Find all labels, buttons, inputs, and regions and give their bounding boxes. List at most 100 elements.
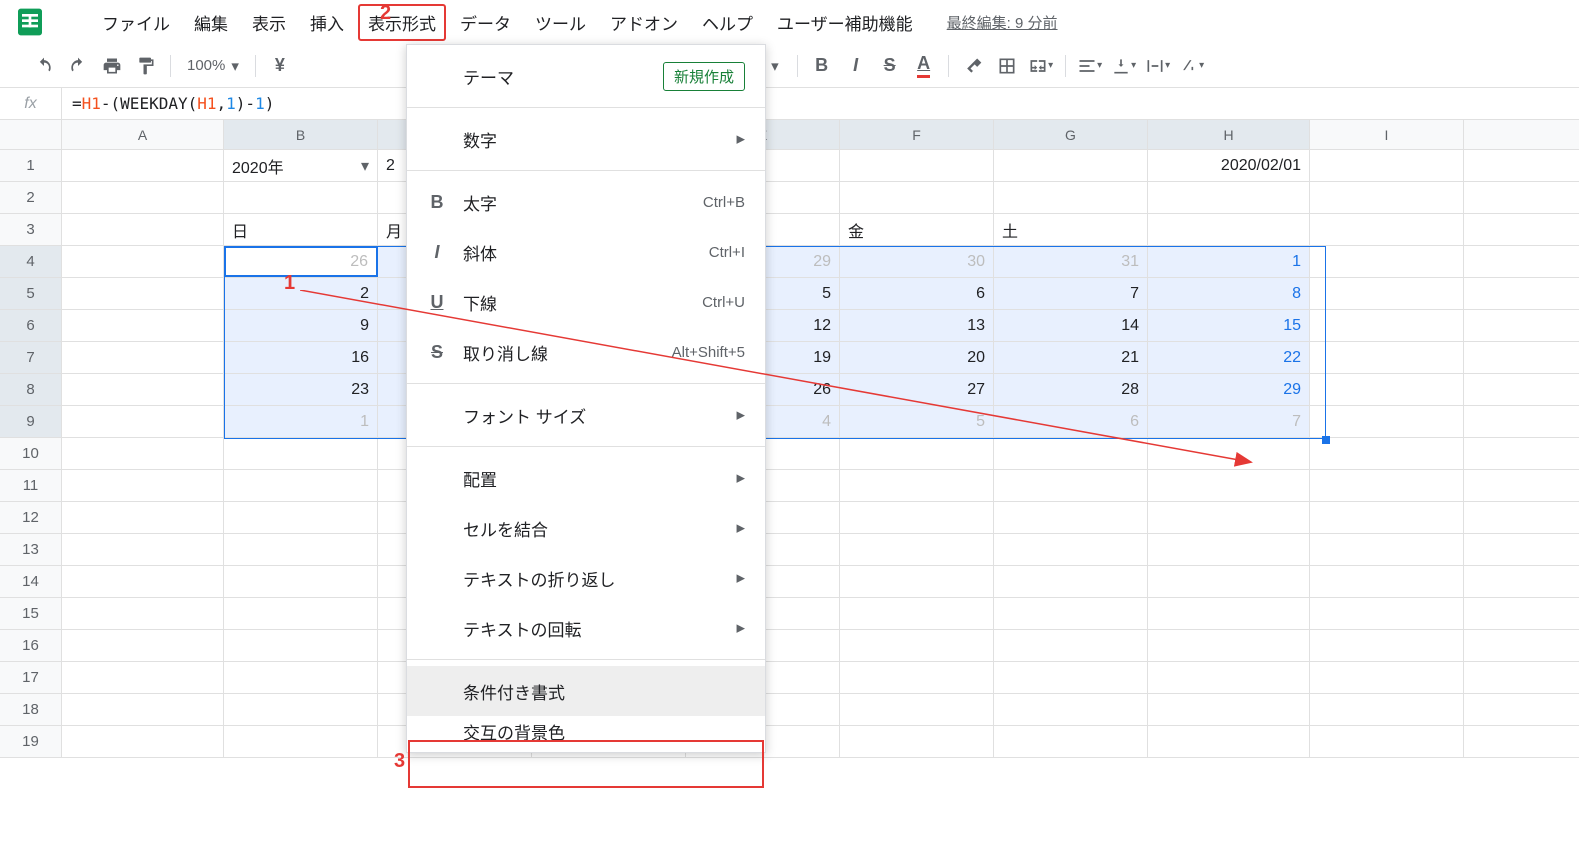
dd-italic[interactable]: I 斜体 Ctrl+I [407,227,765,277]
fill-color-button[interactable] [957,50,989,82]
cell[interactable] [994,566,1148,597]
cell[interactable] [62,630,224,661]
col-header-B[interactable]: B [224,120,378,149]
cell[interactable] [994,630,1148,661]
cell[interactable] [62,470,224,501]
cell[interactable] [224,566,378,597]
cell[interactable] [1310,502,1464,533]
cell[interactable] [840,598,994,629]
row-header-6[interactable]: 6 [0,310,62,341]
dd-align[interactable]: 配置 ▸ [407,453,765,503]
cell-G1[interactable] [994,150,1148,181]
italic-button[interactable]: I [840,50,872,82]
cell[interactable] [62,182,224,213]
cell-F7[interactable]: 20 [840,342,994,373]
cell[interactable] [224,182,378,213]
cell-G6[interactable]: 14 [994,310,1148,341]
menu-addons[interactable]: アドオン [600,4,688,41]
dd-conditional-format[interactable]: 条件付き書式 [407,666,765,716]
cell-G3[interactable]: 土 [994,214,1148,245]
row-header[interactable]: 18 [0,694,62,725]
cell[interactable] [1310,214,1464,245]
cell[interactable] [840,566,994,597]
cell[interactable] [62,438,224,469]
cell[interactable] [994,438,1148,469]
row-header-7[interactable]: 7 [0,342,62,373]
row-header[interactable]: 10 [0,438,62,469]
cell-B8[interactable]: 23 [224,374,378,405]
row-header[interactable]: 15 [0,598,62,629]
menu-tools[interactable]: ツール [525,4,596,41]
col-header-H[interactable]: H [1148,120,1310,149]
cell[interactable] [224,502,378,533]
menu-insert[interactable]: 挿入 [300,4,354,41]
sheets-logo[interactable] [12,4,48,40]
cell-G4[interactable]: 31 [994,246,1148,277]
cell-H6[interactable]: 15 [1148,310,1310,341]
cell[interactable] [1310,694,1464,725]
cell[interactable] [994,470,1148,501]
row-header[interactable]: 12 [0,502,62,533]
bold-button[interactable]: B [806,50,838,82]
dd-number[interactable]: 数字 ▸ [407,114,765,164]
cell[interactable] [1148,694,1310,725]
row-header[interactable]: 19 [0,726,62,757]
menu-help[interactable]: ヘルプ [692,4,763,41]
cell[interactable] [1148,534,1310,565]
cell[interactable] [840,534,994,565]
menu-accessibility[interactable]: ユーザー補助機能 [767,4,923,41]
cell[interactable] [1310,566,1464,597]
cell[interactable] [224,630,378,661]
menu-format[interactable]: 表示形式 [358,4,446,41]
cell[interactable] [1310,310,1464,341]
menu-edit[interactable]: 編集 [184,4,238,41]
paint-format-button[interactable] [130,50,162,82]
cell[interactable] [1310,278,1464,309]
cell-H9[interactable]: 7 [1148,406,1310,437]
dd-fontsize[interactable]: フォント サイズ ▸ [407,390,765,440]
cell[interactable] [62,598,224,629]
cell[interactable] [1310,182,1464,213]
row-header[interactable]: 14 [0,566,62,597]
cell[interactable] [1310,598,1464,629]
row-header-4[interactable]: 4 [0,246,62,277]
cell[interactable] [840,438,994,469]
cell-F4[interactable]: 30 [840,246,994,277]
wrap-button[interactable]: ▾ [1142,50,1174,82]
row-header-2[interactable]: 2 [0,182,62,213]
cell[interactable] [1148,662,1310,693]
cell-G8[interactable]: 28 [994,374,1148,405]
cell[interactable] [62,662,224,693]
cell[interactable] [224,598,378,629]
menu-view[interactable]: 表示 [242,4,296,41]
cell[interactable] [1310,534,1464,565]
cell[interactable] [224,662,378,693]
cell[interactable] [62,694,224,725]
merge-button[interactable]: ▾ [1025,50,1057,82]
cell[interactable] [840,726,994,757]
cell-B9[interactable]: 1 [224,406,378,437]
cell-B5[interactable]: 2 [224,278,378,309]
cell-B3[interactable]: 日 [224,214,378,245]
cell-G7[interactable]: 21 [994,342,1148,373]
cell[interactable] [1148,598,1310,629]
select-all-corner[interactable] [0,120,62,149]
menu-file[interactable]: ファイル [92,4,180,41]
cell[interactable] [62,310,224,341]
cell[interactable] [1148,502,1310,533]
cell[interactable] [62,406,224,437]
cell-F8[interactable]: 27 [840,374,994,405]
col-header-G[interactable]: G [994,120,1148,149]
cell[interactable] [224,438,378,469]
cell-B6[interactable]: 9 [224,310,378,341]
cell[interactable] [62,278,224,309]
cell[interactable] [994,598,1148,629]
dd-alternating[interactable]: 交互の背景色 [407,716,765,746]
row-header[interactable]: 16 [0,630,62,661]
strikethrough-button[interactable]: S [874,50,906,82]
cell[interactable] [1148,438,1310,469]
cell[interactable] [62,566,224,597]
row-header[interactable]: 13 [0,534,62,565]
cell[interactable] [840,182,994,213]
cell[interactable] [1148,182,1310,213]
